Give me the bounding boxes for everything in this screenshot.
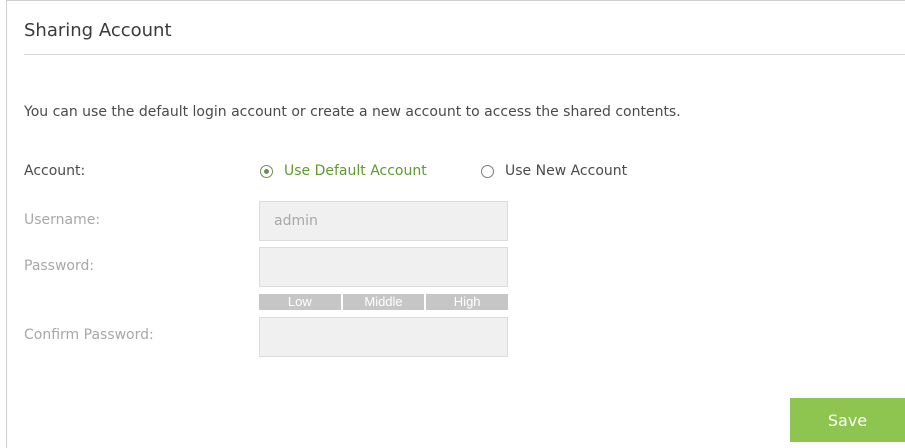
use-new-account-radio[interactable]: Use New Account [481,163,627,179]
radio-selected-icon [260,164,273,178]
use-default-account-radio[interactable]: Use Default Account [260,163,427,179]
use-default-account-label: Use Default Account [284,163,427,179]
section-description: You can use the default login account or… [24,104,681,120]
radio-unselected-icon [481,164,494,178]
username-input[interactable] [259,201,508,241]
confirm-password-label: Confirm Password: [24,327,154,343]
confirm-password-input[interactable] [259,317,508,357]
account-label: Account: [24,163,86,179]
use-new-account-label: Use New Account [505,163,628,179]
section-title: Sharing Account [24,20,172,41]
password-label: Password: [24,258,95,274]
strength-low: Low [259,294,341,310]
save-button[interactable]: Save [790,398,905,442]
strength-middle: Middle [340,294,425,310]
password-strength-meter: Low Middle High [259,294,509,310]
strength-high: High [424,294,509,310]
sharing-account-panel: Sharing Account You can use the default … [6,0,905,448]
username-label: Username: [24,212,101,228]
title-divider [24,54,905,55]
password-input[interactable] [259,247,508,287]
